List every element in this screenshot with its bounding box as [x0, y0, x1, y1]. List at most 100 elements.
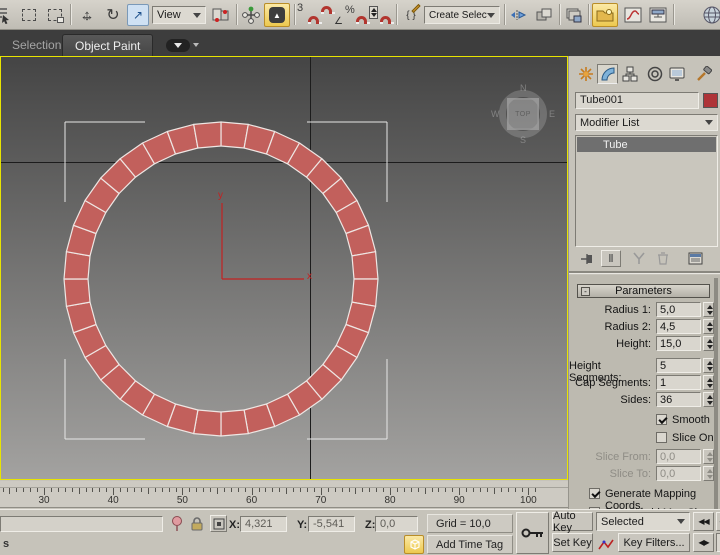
- ruler-tick: [92, 488, 93, 492]
- schematic-view-icon[interactable]: [647, 4, 669, 26]
- add-time-tag[interactable]: Add Time Tag: [427, 535, 513, 554]
- mirror-icon[interactable]: [508, 4, 530, 26]
- tab-object-paint[interactable]: Object Paint: [62, 34, 153, 56]
- align-icon[interactable]: [533, 4, 555, 26]
- make-unique-icon[interactable]: [629, 250, 649, 267]
- track-bar-ruler[interactable]: 30405060708090100: [0, 488, 568, 508]
- sides-field[interactable]: 36: [656, 392, 701, 407]
- key-mode-toggle-button[interactable]: ◀▶: [693, 533, 714, 552]
- keyboard-override-toggle[interactable]: ▲: [264, 3, 290, 27]
- material-editor-icon[interactable]: [700, 4, 720, 26]
- absolute-offset-mode-toggle[interactable]: [210, 515, 227, 532]
- height-spinner[interactable]: [703, 336, 714, 351]
- generate-mapping-checkbox[interactable]: [589, 488, 600, 499]
- pin-stack-icon[interactable]: [577, 250, 597, 267]
- stack-item-tube[interactable]: Tube: [577, 137, 716, 152]
- grid-size-display: Grid = 10,0: [427, 514, 513, 533]
- current-frame-field[interactable]: 0: [716, 533, 720, 552]
- z-coord-field[interactable]: 0,0: [375, 516, 418, 532]
- cap-segments-field[interactable]: 1: [656, 375, 701, 390]
- modifier-stack[interactable]: Tube: [575, 135, 718, 247]
- time-slider-strip[interactable]: [0, 481, 568, 488]
- select-by-name-icon[interactable]: [0, 4, 12, 26]
- previous-frame-button[interactable]: ◀: [716, 512, 720, 531]
- angle-snap-toggle-icon[interactable]: ∠: [321, 4, 343, 26]
- viewcube-south: S: [520, 135, 526, 145]
- rectangular-selection-icon[interactable]: [18, 4, 40, 26]
- key-filters-button[interactable]: Key Filters...: [618, 533, 690, 552]
- status-bar: s X: 4,321 Y: -5,541 Z: 0,0 Grid = 10,0 …: [0, 509, 720, 555]
- y-coord-field[interactable]: -5,541: [308, 516, 355, 532]
- default-in-out-tangents-icon[interactable]: [596, 535, 616, 554]
- radius1-spinner[interactable]: [703, 302, 714, 317]
- cap-segments-spinner[interactable]: [703, 375, 714, 390]
- object-color-swatch[interactable]: [703, 93, 718, 108]
- ribbon-state-button[interactable]: [166, 39, 190, 52]
- spinner-snap-toggle-icon[interactable]: [369, 4, 391, 26]
- ruler-frame-number: 100: [520, 495, 537, 506]
- x-coord-field[interactable]: 4,321: [240, 516, 287, 532]
- cap-segments-row: Cap Segments: 1: [569, 375, 719, 391]
- collapse-rollout-button[interactable]: -: [581, 287, 590, 296]
- window-crossing-icon[interactable]: [44, 4, 66, 26]
- layer-manager-icon[interactable]: [563, 4, 585, 26]
- curve-editor-icon[interactable]: [622, 4, 644, 26]
- tab-display[interactable]: [666, 64, 687, 84]
- rollout-scrollbar[interactable]: [714, 278, 718, 511]
- select-and-rotate-icon[interactable]: ↻: [102, 4, 124, 26]
- toolbar-separator: [673, 4, 674, 25]
- slice-on-checkbox[interactable]: [656, 432, 667, 443]
- select-and-manipulate-icon[interactable]: [240, 4, 262, 26]
- radius2-field[interactable]: 4,5: [656, 319, 701, 334]
- edit-named-selection-sets-icon[interactable]: { }: [400, 4, 422, 26]
- viewcube-top-face[interactable]: TOP: [507, 98, 539, 130]
- selection-lock-icon[interactable]: [190, 516, 204, 535]
- height-segments-spinner[interactable]: [703, 358, 714, 373]
- key-filter-selection-combo[interactable]: Selected: [596, 512, 690, 531]
- auto-key-button[interactable]: Auto Key: [552, 512, 593, 531]
- graphite-ribbon-toggle[interactable]: [592, 3, 618, 27]
- show-end-result-icon[interactable]: Ⅱ: [601, 250, 621, 267]
- use-pivot-point-center-icon[interactable]: [210, 4, 232, 26]
- toolbar-separator: [559, 4, 560, 25]
- percent-snap-toggle-icon[interactable]: %: [345, 4, 367, 26]
- maxscript-mini-listener[interactable]: [0, 516, 163, 532]
- height-segments-field[interactable]: 5: [656, 358, 701, 373]
- tab-hierarchy[interactable]: [619, 64, 640, 84]
- reference-coordinate-combo[interactable]: View: [152, 6, 206, 24]
- configure-modifier-sets-icon[interactable]: [685, 250, 705, 267]
- tab-create[interactable]: [575, 64, 596, 84]
- tab-utilities[interactable]: [693, 64, 714, 84]
- set-key-button[interactable]: Set Key: [552, 533, 593, 552]
- ruler-tick: [362, 488, 363, 492]
- select-and-scale-icon[interactable]: ↗: [127, 4, 149, 26]
- go-to-start-button[interactable]: ◀◀: [693, 512, 714, 531]
- snaps-toggle-3d-icon[interactable]: 3: [297, 4, 319, 26]
- ruler-tick: [217, 488, 218, 494]
- isolate-selection-icon[interactable]: [170, 516, 184, 536]
- ruler-tick: [203, 488, 204, 492]
- remove-modifier-icon[interactable]: [653, 250, 673, 267]
- tab-motion[interactable]: [644, 64, 665, 84]
- parameters-rollout-header[interactable]: - Parameters: [577, 284, 710, 298]
- object-name-field[interactable]: Tube001: [575, 92, 699, 109]
- tab-modify[interactable]: [597, 64, 618, 84]
- radius2-spinner[interactable]: [703, 319, 714, 334]
- viewport-top[interactable]: y x N S W E TOP: [0, 56, 568, 480]
- ruler-tick: [9, 488, 10, 494]
- viewcube[interactable]: N S W E TOP: [495, 86, 551, 142]
- modifier-list-dropdown[interactable]: Modifier List: [575, 114, 718, 131]
- ribbon-state-caret[interactable]: [193, 43, 199, 47]
- adaptive-degradation-toggle[interactable]: [404, 535, 424, 554]
- ruler-tick: [224, 488, 225, 492]
- chevron-down-icon: [174, 43, 182, 48]
- select-and-move-icon[interactable]: ↔ ↕: [76, 4, 98, 26]
- radius1-field[interactable]: 5,0: [656, 302, 701, 317]
- ruler-tick: [487, 488, 488, 492]
- named-selection-set-combo[interactable]: Create Selection Se: [424, 6, 500, 24]
- sides-spinner[interactable]: [703, 392, 714, 407]
- set-key-mode-button[interactable]: [516, 512, 549, 554]
- height-field[interactable]: 15,0: [656, 336, 701, 351]
- smooth-checkbox[interactable]: [656, 414, 667, 425]
- ruler-tick: [300, 488, 301, 492]
